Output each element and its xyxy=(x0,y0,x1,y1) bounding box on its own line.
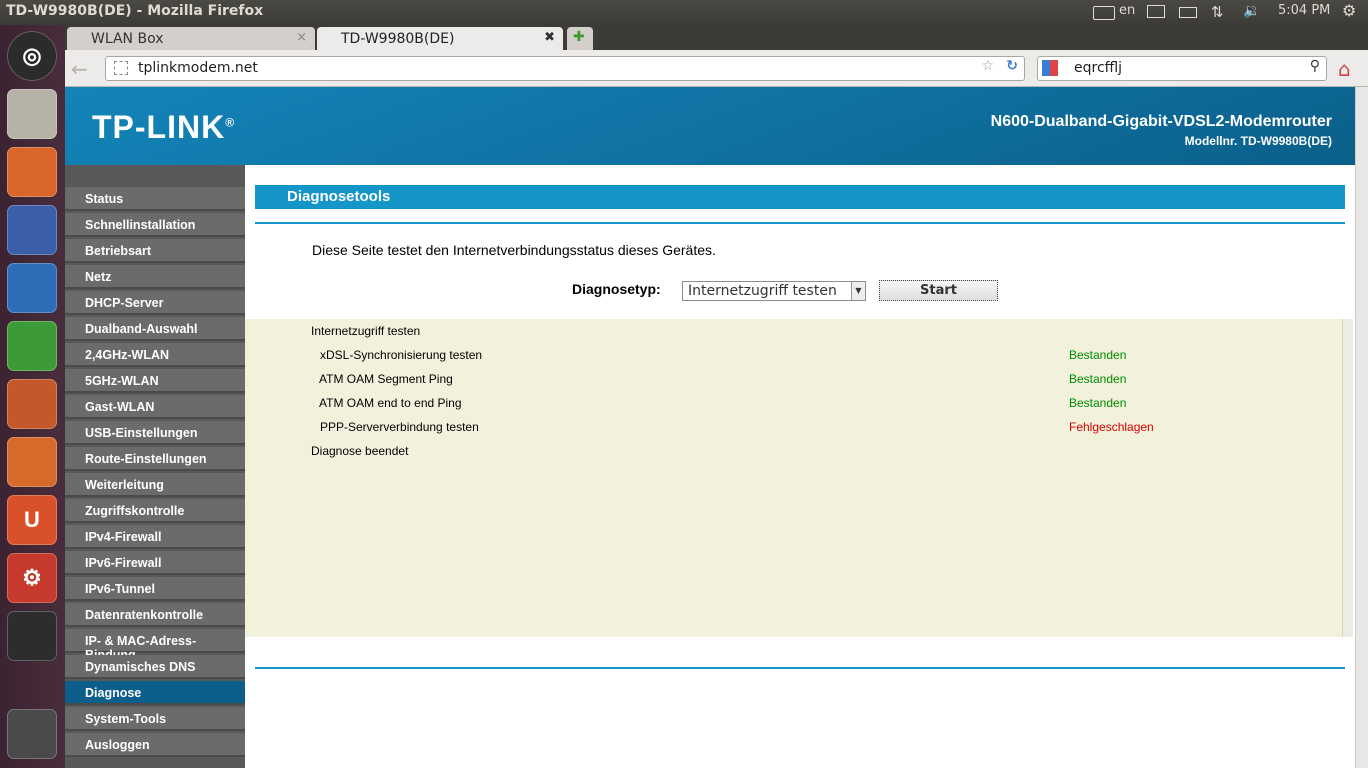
menu-item[interactable]: Dynamisches DNS xyxy=(65,655,245,679)
menu-item[interactable]: Weiterleitung xyxy=(65,473,245,497)
page-title: Diagnosetools xyxy=(255,185,1345,209)
result-status: Bestanden xyxy=(1069,396,1127,410)
start-button[interactable]: Start xyxy=(879,280,998,301)
impress-icon[interactable] xyxy=(7,379,57,429)
chevron-down-icon: ▼ xyxy=(851,282,865,300)
model-number: Modellnr. TD-W9980B(DE) xyxy=(1184,134,1332,148)
language-indicator[interactable]: en xyxy=(1119,3,1135,18)
search-text: eqrcfflj xyxy=(1074,60,1123,76)
tab-td-w9980b[interactable]: TD-W9980B(DE) ✖ xyxy=(317,27,563,50)
volume-icon[interactable]: 🔉 xyxy=(1243,3,1260,19)
home-icon[interactable]: ⌂ xyxy=(1338,57,1360,81)
search-bar[interactable]: eqrcfflj ⚲ xyxy=(1037,56,1327,81)
page-description: Diese Seite testet den Internetverbindun… xyxy=(312,242,716,258)
menu-item[interactable]: IPv4-Firewall xyxy=(65,525,245,549)
gear-icon[interactable]: ⚙ xyxy=(1342,1,1356,20)
main-content: Diagnosetools Diese Seite testet den Int… xyxy=(245,165,1355,768)
menu-item[interactable]: Status xyxy=(65,187,245,211)
menu-item[interactable]: Dualband-Auswahl xyxy=(65,317,245,341)
close-icon[interactable]: × xyxy=(296,30,307,45)
menu-item[interactable]: System-Tools xyxy=(65,707,245,731)
reload-icon[interactable]: ↻ xyxy=(1006,58,1018,74)
result-name: PPP-Serververbindung testen xyxy=(320,420,479,434)
divider xyxy=(255,667,1345,669)
url-text: tplinkmodem.net xyxy=(138,60,258,76)
tab-label: TD-W9980B(DE) xyxy=(341,31,455,47)
results-panel: Internetzugriff testen xDSL-Synchronisie… xyxy=(245,319,1342,637)
ubuntu-dash-icon[interactable]: ◎ xyxy=(7,31,57,81)
result-status: Fehlgeschlagen xyxy=(1069,420,1154,434)
results-footer: Diagnose beendet xyxy=(311,444,409,458)
new-tab-button[interactable]: ✚ xyxy=(567,27,593,50)
menu-item[interactable]: Zugriffskontrolle xyxy=(65,499,245,523)
sidebar-menu: Status Schnellinstallation Betriebsart Netz… xyxy=(65,165,245,768)
menu-item[interactable]: Netz xyxy=(65,265,245,289)
result-name: ATM OAM end to end Ping xyxy=(319,396,462,410)
back-icon[interactable]: ← xyxy=(71,57,95,81)
window-title: TD-W9980B(DE) - Mozilla Firefox xyxy=(6,3,264,19)
trash-icon[interactable] xyxy=(7,709,57,759)
menu-item[interactable]: IP- & MAC-Adress-Bindung xyxy=(65,629,245,662)
battery-icon[interactable] xyxy=(1179,7,1197,18)
result-status: Bestanden xyxy=(1069,348,1127,362)
files-icon[interactable] xyxy=(7,147,57,197)
result-name: xDSL-Synchronisierung testen xyxy=(320,348,483,362)
keyboard-icon[interactable] xyxy=(1093,6,1115,20)
menu-item[interactable]: Diagnose xyxy=(65,681,245,705)
menu-item[interactable]: IPv6-Tunnel xyxy=(65,577,245,601)
menu-item[interactable]: 5GHz-WLAN xyxy=(65,369,245,393)
navigation-toolbar: ← tplinkmodem.net ☆ ↻ eqrcfflj ⚲ ⌂ xyxy=(65,50,1368,87)
writer-icon[interactable] xyxy=(7,263,57,313)
calc-icon[interactable] xyxy=(7,321,57,371)
divider xyxy=(255,222,1345,224)
mail-icon[interactable] xyxy=(1147,5,1165,18)
ubuntu-one-icon[interactable]: U xyxy=(7,495,57,545)
results-scrollbar[interactable] xyxy=(1342,319,1353,637)
result-name: ATM OAM Segment Ping xyxy=(319,372,453,386)
tab-label: WLAN Box xyxy=(91,31,164,47)
menu-item[interactable]: Ausloggen xyxy=(65,733,245,757)
firefox-icon[interactable] xyxy=(7,205,57,255)
menu-item[interactable]: USB-Einstellungen xyxy=(65,421,245,445)
results-header: Internetzugriff testen xyxy=(311,324,421,338)
top-panel: TD-W9980B(DE) - Mozilla Firefox en ⇅ 🔉 5… xyxy=(0,0,1368,25)
software-center-icon[interactable] xyxy=(7,437,57,487)
tab-wlan-box[interactable]: WLAN Box × xyxy=(67,27,315,50)
workspace-icon[interactable] xyxy=(7,611,57,661)
launcher: ◎ U ⚙ xyxy=(0,25,65,768)
menu-item[interactable]: IPv6-Firewall xyxy=(65,551,245,575)
menu-item[interactable]: Gast-WLAN xyxy=(65,395,245,419)
router-page: TP-LINK® N600-Dualband-Gigabit-VDSL2-Mod… xyxy=(65,87,1355,768)
tp-link-logo: TP-LINK® xyxy=(92,109,236,145)
menu-item[interactable]: Schnellinstallation xyxy=(65,213,245,237)
result-status: Bestanden xyxy=(1069,372,1127,386)
settings-icon[interactable]: ⚙ xyxy=(7,553,57,603)
diagnose-type-label: Diagnosetyp: xyxy=(572,281,661,297)
menu-item[interactable]: 2,4GHz-WLAN xyxy=(65,343,245,367)
close-icon[interactable]: ✖ xyxy=(544,30,555,45)
menu-item[interactable]: Datenratenkontrolle xyxy=(65,603,245,627)
clock[interactable]: 5:04 PM xyxy=(1278,3,1330,18)
menu-item[interactable]: Betriebsart xyxy=(65,239,245,263)
page-header: TP-LINK® N600-Dualband-Gigabit-VDSL2-Mod… xyxy=(65,87,1355,165)
page-icon xyxy=(114,61,128,75)
menu-item[interactable]: Route-Einstellungen xyxy=(65,447,245,471)
google-icon[interactable] xyxy=(1042,60,1058,76)
diagnose-type-select[interactable]: Internetzugriff testen ▼ xyxy=(682,281,866,301)
bookmark-star-icon[interactable]: ☆ xyxy=(981,58,994,74)
search-icon[interactable]: ⚲ xyxy=(1310,58,1320,74)
network-icon[interactable]: ⇅ xyxy=(1211,3,1224,21)
url-bar[interactable]: tplinkmodem.net ☆ ↻ xyxy=(105,56,1025,81)
menu-item[interactable]: DHCP-Server xyxy=(65,291,245,315)
tab-bar: WLAN Box × TD-W9980B(DE) ✖ ✚ xyxy=(65,25,1368,50)
model-name: N600-Dualband-Gigabit-VDSL2-Modemrouter xyxy=(990,113,1332,130)
page-scrollbar[interactable] xyxy=(1355,87,1368,768)
installer-icon[interactable] xyxy=(7,89,57,139)
